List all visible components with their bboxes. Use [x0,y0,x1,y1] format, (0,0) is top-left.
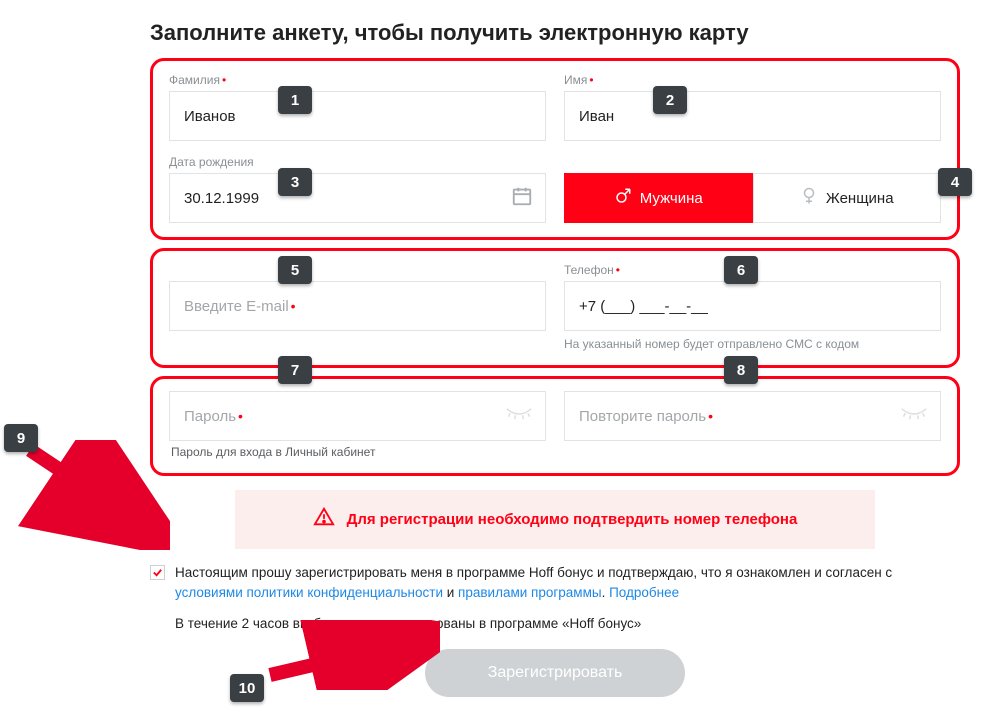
annotation-arrow-9 [10,440,170,550]
calendar-icon[interactable] [511,185,533,211]
phone-hint: На указанный номер будет отправлено СМС … [564,337,941,351]
alert-box: Для регистрации необходимо подтвердить н… [235,490,875,549]
group-password: Пароль• Повторите пароль• Пароль для вхо… [150,376,960,476]
annotation-marker-9: 9 [4,424,38,452]
male-icon [614,187,632,209]
eye-closed-icon[interactable] [505,405,533,427]
phone-input[interactable]: +7 (___) ___-__-__ [564,281,941,331]
annotation-marker-10: 10 [230,674,264,702]
gender-female-button[interactable]: Женщина [753,173,942,223]
annotation-arrow-10 [260,620,440,690]
dob-input[interactable]: 30.12.1999 [169,173,546,223]
alert-text: Для регистрации необходимо подтвердить н… [347,511,798,528]
annotation-marker-1: 1 [278,86,312,114]
female-icon [800,187,818,209]
page-title: Заполните анкету, чтобы получить электро… [150,20,960,46]
password-input[interactable]: Пароль• [169,391,546,441]
more-link[interactable]: Подробнее [609,585,679,600]
password-hint: Пароль для входа в Личный кабинет [169,445,941,459]
lastname-input[interactable]: Иванов [169,91,546,141]
eye-closed-icon[interactable] [900,405,928,427]
annotation-marker-3: 3 [278,168,312,196]
annotation-marker-8: 8 [724,356,758,384]
group-contact: . Введите E-mail• Телефон• +7 (___) ___-… [150,248,960,368]
annotation-marker-2: 2 [653,86,687,114]
consent-text: Настоящим прошу зарегистрировать меня в … [175,563,960,602]
firstname-input[interactable]: Иван [564,91,941,141]
annotation-marker-6: 6 [724,256,758,284]
firstname-label: Имя• [564,73,941,87]
gender-toggle: Мужчина Женщина [564,173,941,223]
program-rules-link[interactable]: правилами программы [458,585,602,600]
submit-button[interactable]: Зарегистрировать [425,649,685,697]
annotation-marker-7: 7 [278,356,312,384]
group-personal: Фамилия• Иванов Имя• Иван Дата рождения … [150,58,960,240]
lastname-label: Фамилия• [169,73,546,87]
annotation-marker-5: 5 [278,256,312,284]
password-confirm-input[interactable]: Повторите пароль• [564,391,941,441]
consent-row: Настоящим прошу зарегистрировать меня в … [150,563,960,602]
email-input[interactable]: Введите E-mail• [169,281,546,331]
dob-label: Дата рождения [169,155,546,169]
annotation-marker-4: 4 [938,168,972,196]
privacy-link[interactable]: условиями политики конфиденциальности [175,585,443,600]
form-container: Заполните анкету, чтобы получить электро… [150,20,960,697]
warning-icon [313,506,335,533]
consent-checkbox[interactable] [150,565,165,580]
gender-male-button[interactable]: Мужчина [564,173,753,223]
